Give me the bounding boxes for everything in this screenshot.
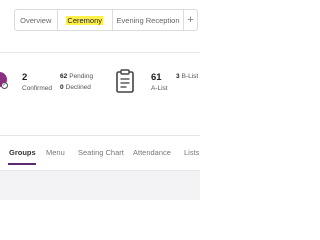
event-tabs: Overview Ceremony Evening Reception + [14,9,198,31]
plus-icon: + [187,14,194,26]
confirmed-label: Confirmed [22,85,52,92]
tab-ceremony[interactable]: Ceremony [58,10,113,30]
tab-groups[interactable]: Groups [9,148,36,157]
tab-evening-reception[interactable]: Evening Reception [113,10,185,30]
guest-list-page: Overview Ceremony Evening Reception + ✓ … [0,0,200,200]
tab-lists[interactable]: Lists [184,148,199,157]
b-list-count: 3 [176,73,180,80]
declined-label: Declined [65,84,91,91]
tab-attendance[interactable]: Attendance [133,148,171,157]
tab-ceremony-label: Ceremony [66,15,104,25]
a-list-count: 61 [151,72,162,83]
a-list-label: A-List [151,85,168,92]
tab-evening-reception-label: Evening Reception [116,15,180,25]
check-circle-icon: ✓ [1,82,8,89]
b-list-stat: 3 B-List [176,73,198,80]
divider [0,52,200,53]
tab-overview-label: Overview [20,15,52,25]
divider [0,135,200,136]
pending-count: 62 [60,73,68,80]
declined-count: 0 [60,84,64,91]
pending-label: Pending [69,73,94,80]
tab-seating-chart[interactable]: Seating Chart [78,148,124,157]
tab-menu[interactable]: Menu [46,148,65,157]
section-tabs: Groups Menu Seating Chart Attendance Lis… [0,143,200,167]
clipboard-icon [116,69,134,93]
active-tab-indicator [8,163,36,165]
b-list-label: B-List [181,73,199,80]
declined-stat: 0 Declined [60,84,91,91]
content-panel [0,170,200,200]
pending-stat: 62 Pending [60,73,93,80]
confirmed-count: 2 [22,72,28,83]
add-event-button[interactable]: + [184,10,197,30]
guest-stats: ✓ 2 Confirmed 62 Pending 0 Declined 61 A-L… [0,66,200,100]
tab-overview[interactable]: Overview [15,10,58,30]
